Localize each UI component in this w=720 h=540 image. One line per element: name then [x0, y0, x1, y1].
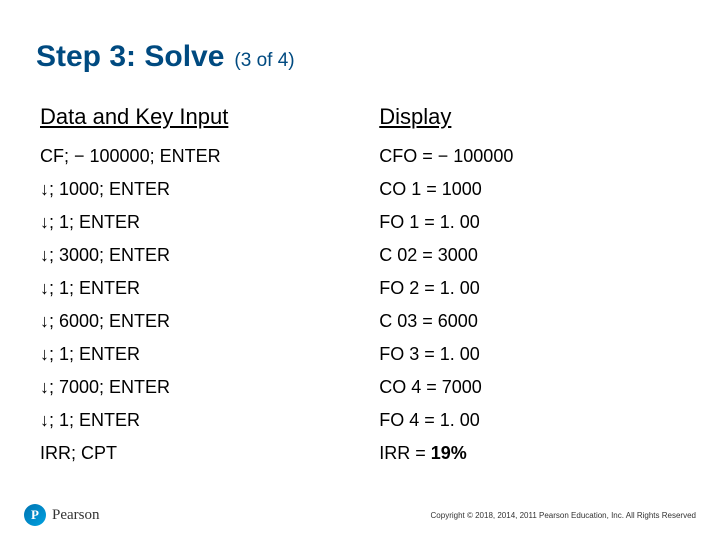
cell-display: CFO = − 100000	[375, 140, 676, 173]
copyright-text: Copyright © 2018, 2014, 2011 Pearson Edu…	[431, 511, 696, 520]
table-row: IRR; CPT IRR = 19%	[36, 437, 676, 470]
pearson-logo-icon: P	[24, 504, 46, 526]
cell-display: FO 3 = 1. 00	[375, 338, 676, 371]
brand: P Pearson	[24, 504, 100, 526]
cell-display: IRR = 19%	[375, 437, 676, 470]
table-row: ↓; 7000; ENTERCO 4 = 7000	[36, 371, 676, 404]
cell-input: ↓; 7000; ENTER	[36, 371, 375, 404]
cell-input: ↓; 3000; ENTER	[36, 239, 375, 272]
display-bold: 19%	[431, 443, 467, 463]
cell-input: ↓; 1; ENTER	[36, 206, 375, 239]
table-header-row: Data and Key Input Display	[36, 98, 676, 140]
cell-input: ↓; 1; ENTER	[36, 338, 375, 371]
footer: P Pearson Copyright © 2018, 2014, 2011 P…	[0, 504, 720, 526]
table-row: ↓; 1; ENTERFO 3 = 1. 00	[36, 338, 676, 371]
header-input: Data and Key Input	[36, 98, 375, 140]
table-row: ↓; 1; ENTERFO 2 = 1. 00	[36, 272, 676, 305]
table-row: ↓; 1000; ENTERCO 1 = 1000	[36, 173, 676, 206]
data-table: Data and Key Input Display CF; − 100000;…	[36, 98, 676, 470]
title-sub: (3 of 4)	[234, 50, 294, 72]
cell-input: ↓; 1; ENTER	[36, 404, 375, 437]
cell-display: FO 1 = 1. 00	[375, 206, 676, 239]
slide: Step 3: Solve (3 of 4) Data and Key Inpu…	[0, 0, 720, 540]
cell-input: CF; − 100000; ENTER	[36, 140, 375, 173]
table-row: ↓; 3000; ENTERC 02 = 3000	[36, 239, 676, 272]
display-prefix: IRR =	[379, 443, 431, 463]
table-row: ↓; 6000; ENTERC 03 = 6000	[36, 305, 676, 338]
table-row: ↓; 1; ENTERFO 1 = 1. 00	[36, 206, 676, 239]
table-row: ↓; 1; ENTERFO 4 = 1. 00	[36, 404, 676, 437]
cell-display: FO 4 = 1. 00	[375, 404, 676, 437]
cell-display: C 03 = 6000	[375, 305, 676, 338]
cell-display: CO 4 = 7000	[375, 371, 676, 404]
cell-display: C 02 = 3000	[375, 239, 676, 272]
cell-display: FO 2 = 1. 00	[375, 272, 676, 305]
cell-input: ↓; 1000; ENTER	[36, 173, 375, 206]
cell-input: ↓; 6000; ENTER	[36, 305, 375, 338]
slide-title: Step 3: Solve (3 of 4)	[36, 40, 684, 74]
cell-input: ↓; 1; ENTER	[36, 272, 375, 305]
table-row: CF; − 100000; ENTERCFO = − 100000	[36, 140, 676, 173]
title-main: Step 3: Solve	[36, 40, 224, 74]
cell-input: IRR; CPT	[36, 437, 375, 470]
brand-name: Pearson	[52, 507, 100, 524]
header-display: Display	[375, 98, 676, 140]
cell-display: CO 1 = 1000	[375, 173, 676, 206]
